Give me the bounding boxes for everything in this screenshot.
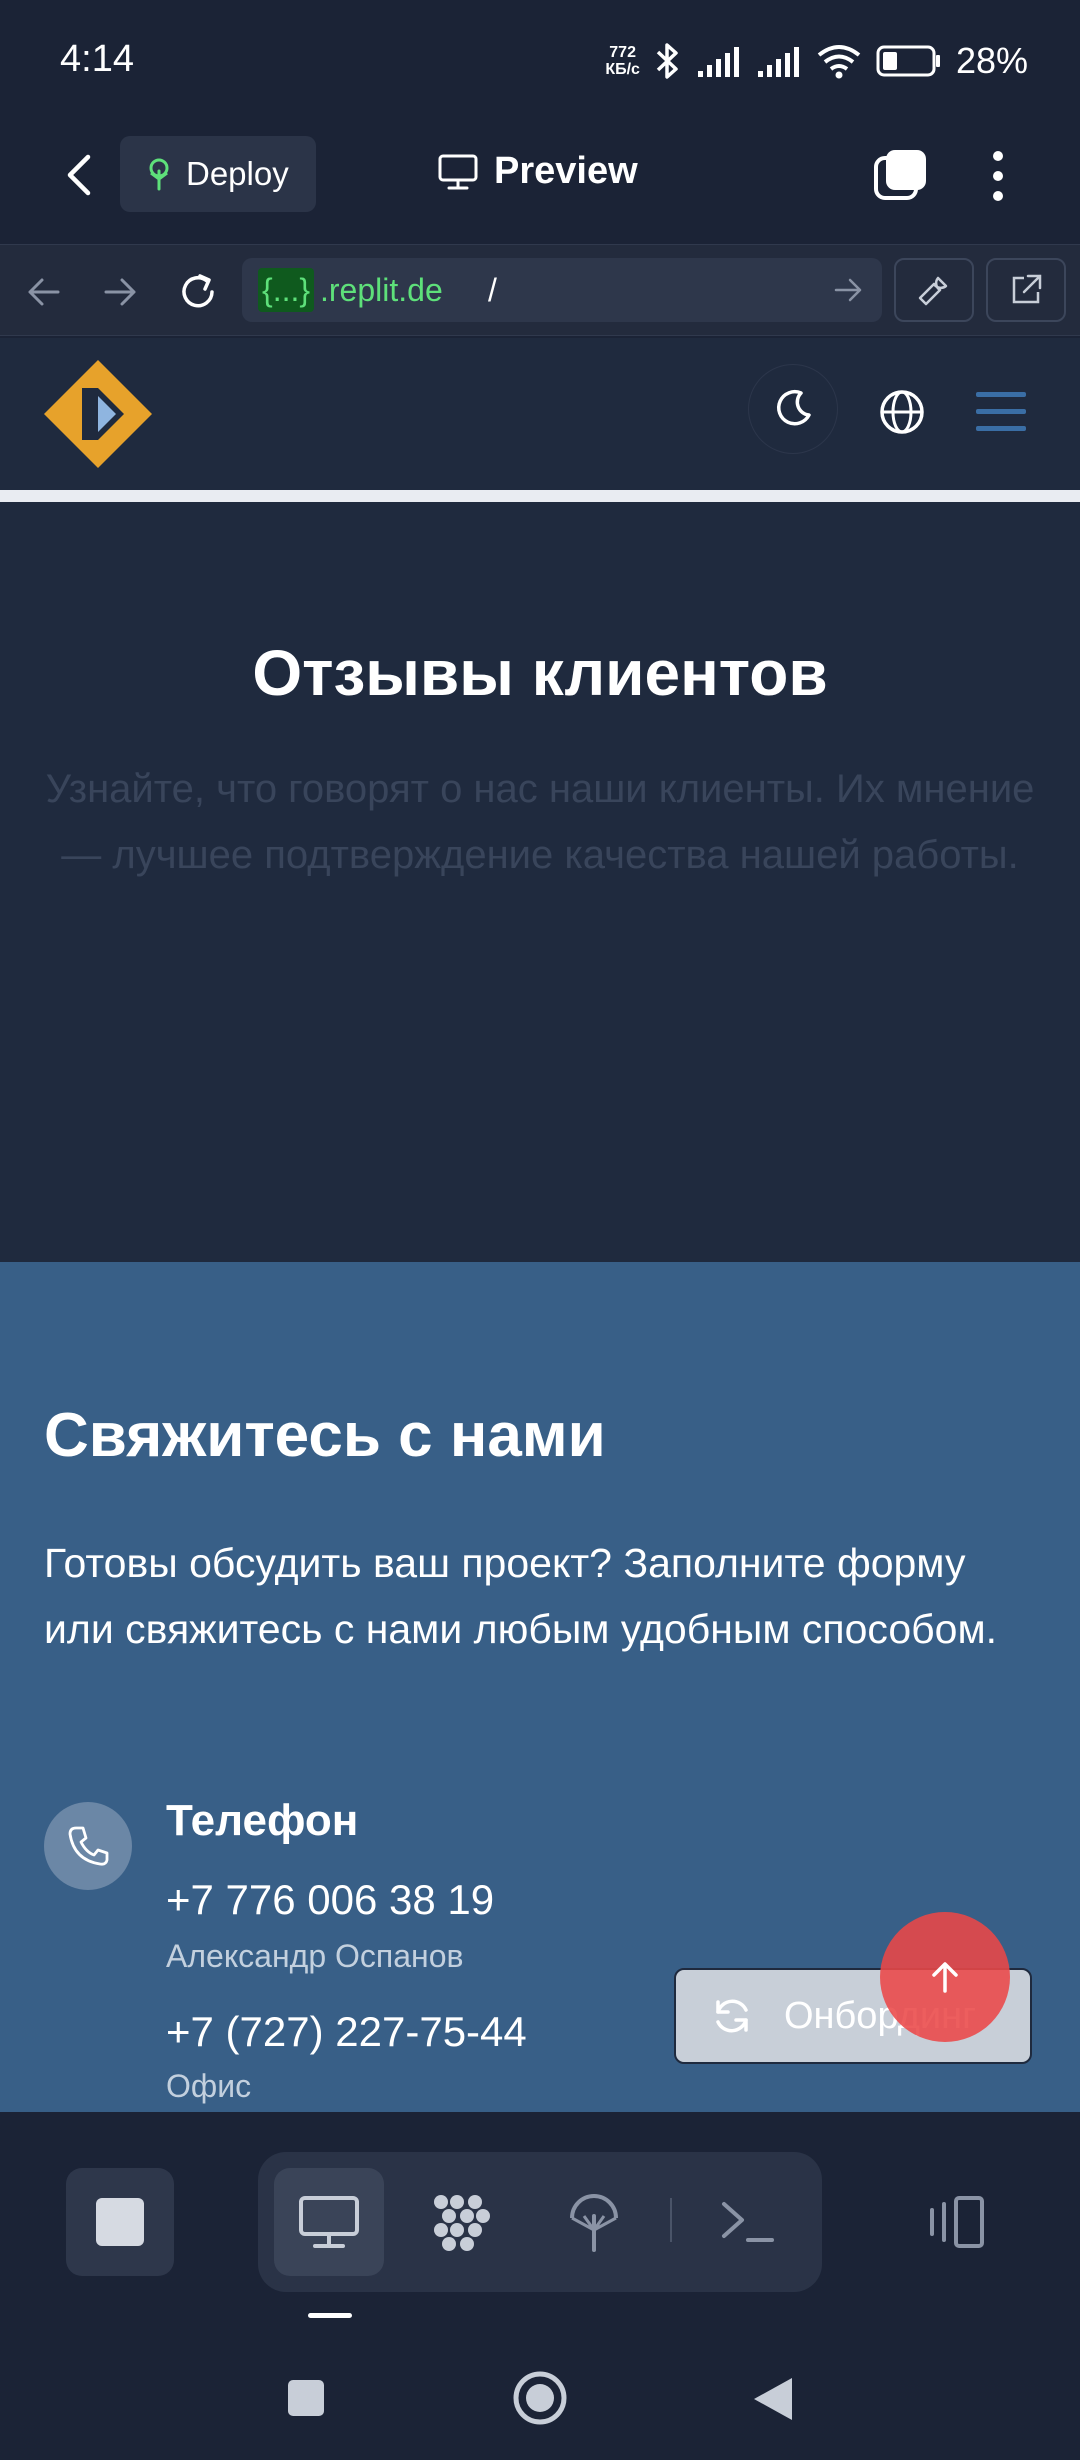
agent-icon[interactable] (429, 2190, 493, 2254)
url-path: / (488, 272, 497, 308)
reviews-subtitle: Узнайте, что говорят о нас наши клиенты.… (45, 767, 1035, 877)
reviews-title: Отзывы клиентов (252, 637, 828, 709)
stop-icon (96, 2198, 144, 2246)
tabs-icon[interactable] (872, 148, 928, 204)
site-logo[interactable] (42, 358, 154, 470)
refresh-icon (716, 1999, 748, 2033)
deploy-button[interactable]: Deploy (120, 136, 316, 212)
browser-forward-icon[interactable] (98, 270, 142, 314)
contact-description: Готовы обсудить ваш проект? Заполните фо… (44, 1540, 998, 1652)
recents-icon[interactable] (284, 2376, 328, 2420)
phone-number-1[interactable]: +7 776 006 38 19 (166, 1876, 494, 1924)
battery-icon (876, 45, 940, 77)
go-arrow-icon[interactable] (830, 272, 866, 308)
deploy-icon (149, 158, 169, 191)
phone-icon (68, 1826, 109, 1866)
deploy-label: Deploy (186, 155, 289, 192)
phone-contact-name-1: Александр Оспанов (166, 1938, 464, 1974)
moon-icon (777, 389, 811, 426)
phone-contact-name-2: Офис (166, 2068, 252, 2104)
preview-tab[interactable]: Preview (438, 150, 638, 193)
status-icons: 772 КБ/с 28% (605, 40, 1028, 82)
globe-icon[interactable] (878, 388, 926, 436)
contact-title: Свяжитесь с нами (44, 1401, 606, 1470)
devtools-button[interactable] (894, 258, 974, 322)
toolbar-divider (670, 2198, 672, 2242)
status-time: 4:14 (60, 38, 134, 80)
phone-label: Телефон (166, 1796, 359, 1845)
external-link-icon (1012, 274, 1042, 304)
panel-switch-icon[interactable] (926, 2190, 990, 2254)
arrow-up-icon (932, 1962, 958, 1993)
signal-icon-2 (757, 47, 799, 77)
network-speed-unit: КБ/с (605, 61, 640, 78)
monitor-icon (438, 154, 478, 189)
signal-icon (697, 47, 739, 77)
preview-monitor-icon[interactable] (297, 2190, 361, 2254)
preview-label: Preview (494, 150, 638, 192)
phone-icon-badge (44, 1802, 132, 1890)
hamburger-menu-icon[interactable] (976, 390, 1026, 434)
system-back-icon[interactable] (750, 2374, 796, 2424)
scroll-to-top-button[interactable] (880, 1912, 1010, 2042)
network-speed-value: 772 (609, 44, 636, 61)
url-domain: .replit.de (320, 272, 443, 308)
header-divider (0, 490, 1080, 502)
url-tag: {...} (258, 268, 315, 312)
wifi-icon (817, 45, 861, 79)
network-speed: 772 КБ/с (605, 44, 640, 78)
battery-percent: 28% (955, 40, 1028, 81)
browser-back-icon[interactable] (22, 270, 66, 314)
bluetooth-icon (656, 43, 678, 79)
back-button[interactable] (50, 145, 110, 205)
open-external-button[interactable] (986, 258, 1066, 322)
reload-icon[interactable] (176, 270, 220, 314)
stop-button[interactable] (66, 2168, 174, 2276)
wrench-icon (918, 276, 948, 306)
deploy-tool-icon[interactable] (562, 2190, 626, 2254)
theme-toggle-button[interactable] (748, 364, 838, 454)
phone-number-2[interactable]: +7 (727) 227-75-44 (166, 2008, 527, 2056)
home-icon[interactable] (510, 2368, 570, 2428)
terminal-icon[interactable] (716, 2190, 780, 2254)
active-tab-indicator (308, 2313, 352, 2318)
more-menu-icon[interactable] (980, 148, 1016, 204)
